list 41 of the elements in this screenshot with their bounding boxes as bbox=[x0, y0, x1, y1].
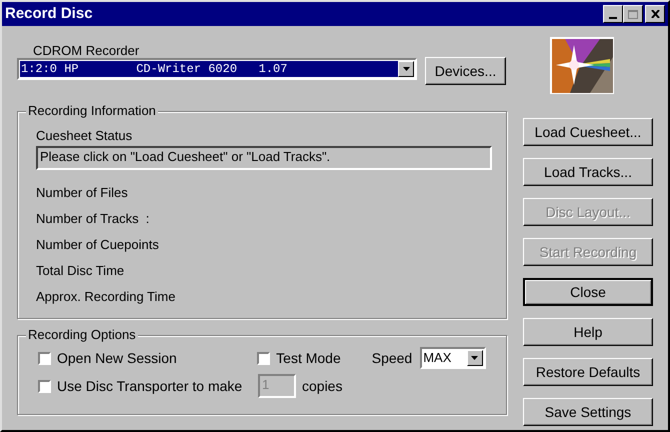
window-title: Record Disc bbox=[5, 4, 93, 24]
dialog-button[interactable]: Restore Defaults bbox=[523, 358, 653, 386]
checkbox-label: Use Disc Transporter to make bbox=[57, 376, 242, 396]
close-icon bbox=[650, 10, 660, 18]
checkbox[interactable] bbox=[38, 380, 51, 392]
devices-button[interactable]: Devices... bbox=[425, 57, 506, 85]
dialog-button[interactable]: Save Settings bbox=[523, 398, 653, 426]
minimize-icon bbox=[609, 16, 617, 19]
field-label: Approx. Recording Time bbox=[36, 288, 176, 306]
checkbox[interactable] bbox=[257, 352, 270, 364]
speed-label: Speed bbox=[372, 348, 412, 368]
dropdown-arrow-button[interactable] bbox=[466, 350, 483, 366]
copies-label: copies bbox=[302, 376, 342, 396]
checkbox-label: Open New Session bbox=[57, 348, 177, 368]
field-label: CDROM Recorder bbox=[33, 42, 140, 59]
dialog-button[interactable]: Load Tracks... bbox=[523, 158, 653, 186]
status-field: Please click on "Load Cuesheet" or "Load Tracks". bbox=[36, 146, 492, 170]
field-label: Number of Cuepoints bbox=[36, 236, 159, 254]
disc-logo-icon bbox=[550, 37, 614, 94]
dropdown-value: MAX bbox=[422, 349, 452, 368]
group-title: Recording Information bbox=[26, 103, 158, 119]
field-label: Total Disc Time bbox=[36, 262, 124, 280]
caret-icon bbox=[471, 356, 478, 360]
dialog-button[interactable]: Close bbox=[523, 278, 653, 306]
dropdown-arrow-button[interactable] bbox=[398, 61, 414, 77]
maximize-icon bbox=[628, 10, 638, 18]
field-label: Cuesheet Status bbox=[36, 127, 134, 144]
recorder-dropdown[interactable]: 1:2:0 HP CD-Writer 6020 1.07 bbox=[17, 58, 417, 80]
checkbox-label: Test Mode bbox=[276, 348, 341, 368]
dialog-button[interactable]: Load Cuesheet... bbox=[523, 118, 653, 146]
dropdown-value: 1:2:0 HP CD-Writer 6020 1.07 bbox=[20, 61, 398, 77]
checkbox[interactable] bbox=[38, 352, 51, 364]
caret-icon bbox=[402, 67, 410, 71]
field-label: Number of Tracks : bbox=[36, 210, 150, 228]
minimize-button[interactable] bbox=[603, 5, 623, 23]
group-title: Recording Options bbox=[26, 327, 138, 343]
close-button[interactable] bbox=[645, 5, 665, 23]
speed-dropdown[interactable]: MAX bbox=[420, 347, 486, 369]
maximize-button[interactable] bbox=[623, 5, 643, 23]
field-label: Number of Files bbox=[36, 184, 128, 202]
dialog-button[interactable]: Help bbox=[523, 318, 653, 346]
